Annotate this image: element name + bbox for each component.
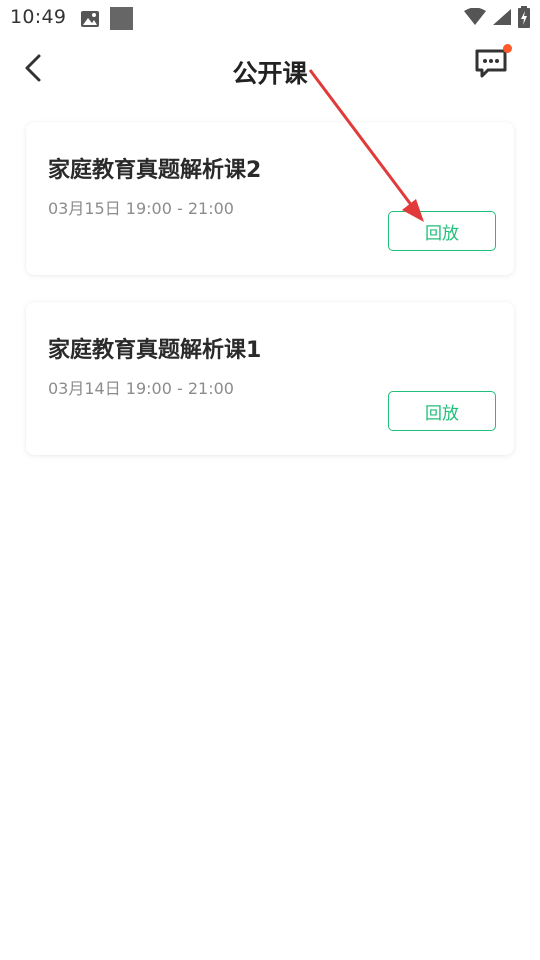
image-icon (80, 10, 100, 32)
header: 公开课 (0, 36, 540, 104)
course-time: 03月15日 19:00 - 21:00 (48, 199, 234, 218)
battery-charging-icon (518, 6, 530, 32)
wifi-icon (464, 7, 486, 30)
status-notification-icons (80, 7, 134, 35)
page-title: 公开课 (232, 59, 308, 88)
status-time: 10:49 (10, 6, 67, 28)
signal-icon (492, 8, 512, 30)
notification-dot (503, 44, 512, 53)
course-time: 03月14日 19:00 - 21:00 (48, 379, 234, 398)
status-system-icons (464, 6, 530, 32)
replay-button[interactable]: 回放 (388, 391, 496, 431)
app-notification-icon (110, 7, 134, 35)
course-list: 家庭教育真题解析课2 03月15日 19:00 - 21:00 回放 家庭教育真… (26, 122, 514, 482)
course-title: 家庭教育真题解析课1 (48, 338, 262, 363)
status-bar: 10:49 (0, 0, 540, 36)
replay-button[interactable]: 回放 (388, 211, 496, 251)
course-title: 家庭教育真题解析课2 (48, 158, 262, 183)
course-card[interactable]: 家庭教育真题解析课2 03月15日 19:00 - 21:00 回放 (26, 122, 514, 275)
course-card[interactable]: 家庭教育真题解析课1 03月14日 19:00 - 21:00 回放 (26, 302, 514, 455)
message-button[interactable] (472, 44, 512, 84)
